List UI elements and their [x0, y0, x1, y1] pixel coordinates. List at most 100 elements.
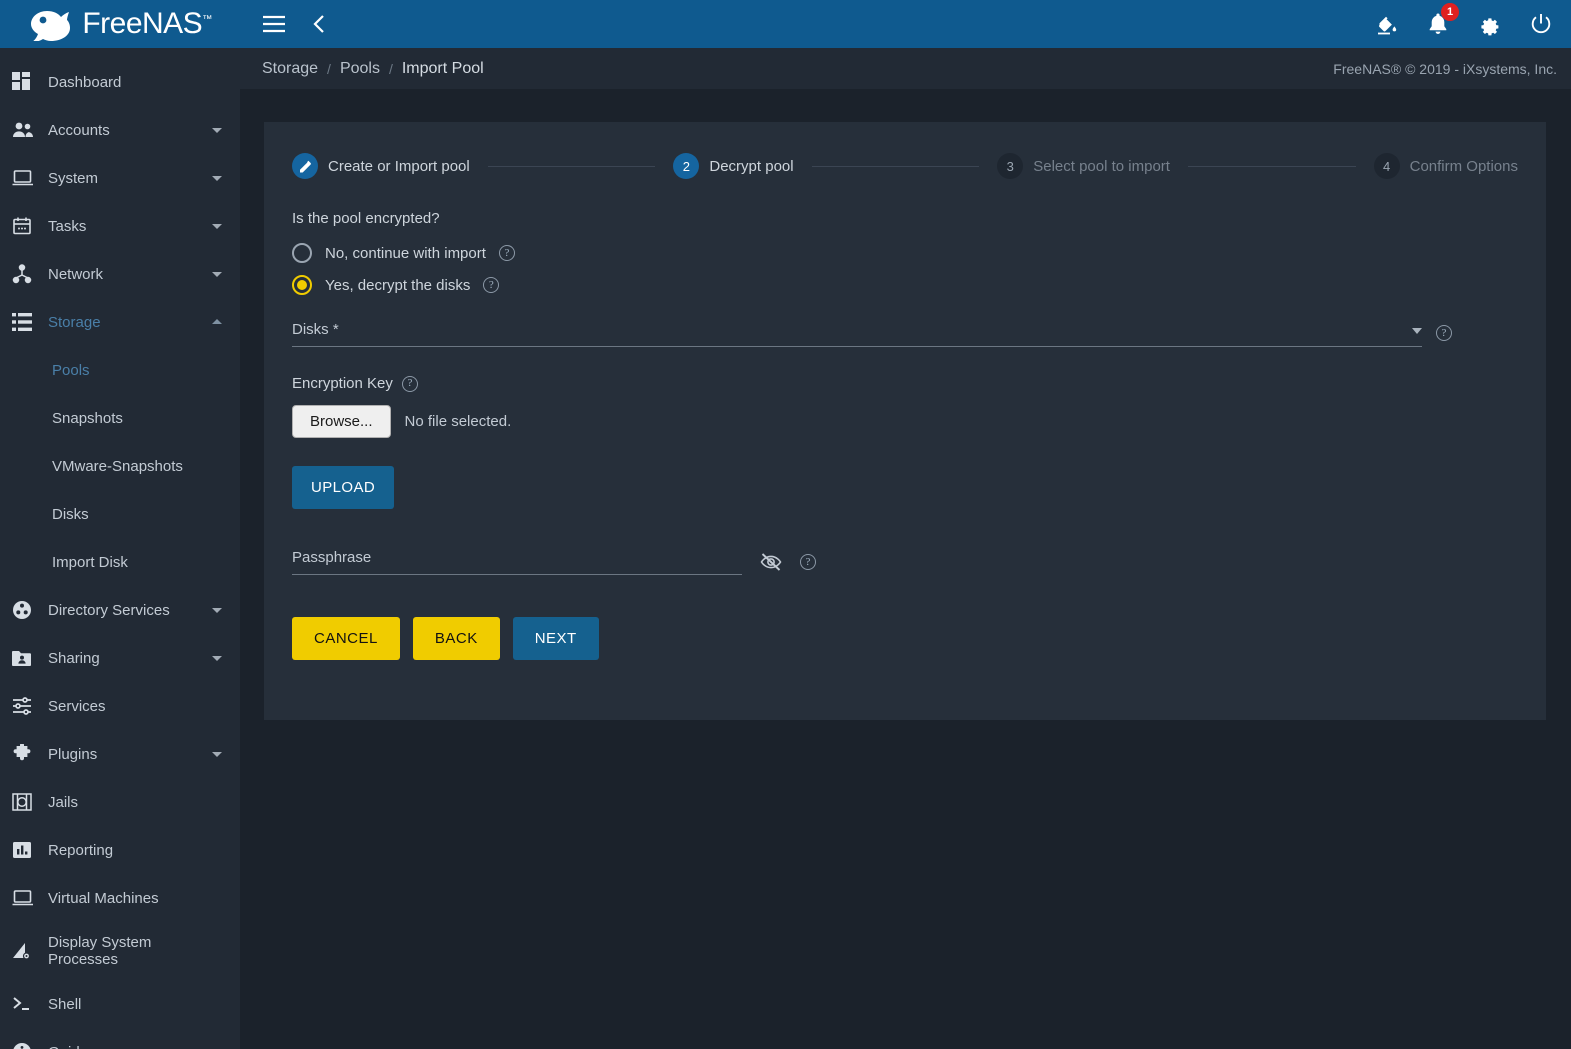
sidebar-item-sharing[interactable]: Sharing [0, 634, 240, 682]
chevron-down-icon[interactable] [1412, 328, 1422, 334]
sidebar-item-virtual-machines[interactable]: Virtual Machines [0, 874, 240, 922]
radio-label: Yes, decrypt the disks [325, 276, 471, 294]
breadcrumb-item-pools[interactable]: Pools [340, 60, 380, 78]
step-connector [487, 165, 656, 167]
sidebar-item-label: Directory Services [48, 601, 170, 619]
sidebar-item-services[interactable]: Services [0, 682, 240, 730]
sidebar-item-guide[interactable]: Guide [0, 1028, 240, 1049]
chevron-down-icon[interactable] [210, 603, 224, 617]
shell-prompt-icon [12, 995, 48, 1013]
chevron-down-icon[interactable] [210, 219, 224, 233]
chevron-left-icon[interactable] [312, 14, 326, 34]
sidebar-item-label: Sharing [48, 649, 100, 667]
help-icon[interactable]: ? [483, 277, 500, 293]
chevron-down-icon[interactable] [210, 171, 224, 185]
accounts-icon [12, 120, 48, 140]
back-button[interactable]: BACK [412, 617, 500, 660]
chevron-down-icon[interactable] [210, 123, 224, 137]
sidebar-item-accounts[interactable]: Accounts [0, 106, 240, 154]
sidebar-item-label: Guide [48, 1044, 224, 1049]
sidebar-subitem-label: Pools [52, 361, 90, 379]
copyright-text: FreeNAS® © 2019 - iXsystems, Inc. [1333, 60, 1557, 77]
browse-button[interactable]: Browse... [292, 405, 391, 438]
radio-option-yes[interactable]: Yes, decrypt the disks ? [292, 275, 1518, 295]
power-icon[interactable] [1529, 12, 1553, 36]
freenas-fish-logo-icon [28, 7, 74, 41]
wizard-step-3[interactable]: 3 Select pool to import [997, 153, 1170, 179]
tasks-calendar-icon [12, 216, 48, 236]
dashboard-icon [12, 72, 48, 92]
display-system-processes-icon [12, 941, 48, 961]
import-pool-wizard-card: Create or Import pool 2 Decrypt pool 3 S… [264, 122, 1546, 720]
sidebar-item-dashboard[interactable]: Dashboard [0, 58, 240, 106]
help-icon[interactable]: ? [498, 245, 515, 261]
sidebar-item-network[interactable]: Network [0, 250, 240, 298]
sidebar-item-storage[interactable]: Storage [0, 298, 240, 346]
paint-bucket-icon[interactable] [1375, 12, 1399, 36]
hamburger-menu-icon[interactable] [262, 15, 286, 33]
brand-logo-area[interactable]: FreeNAS™ [0, 0, 240, 48]
jails-icon [12, 792, 48, 812]
sidebar-item-label: System [48, 169, 99, 187]
reporting-chart-icon [12, 840, 48, 860]
wizard-step-1[interactable]: Create or Import pool [292, 153, 470, 179]
sidebar-item-disks[interactable]: Disks [0, 490, 240, 538]
sidebar-item-jails[interactable]: Jails [0, 778, 240, 826]
sidebar-item-pools[interactable]: Pools [0, 346, 240, 394]
wizard-stepper: Create or Import pool 2 Decrypt pool 3 S… [288, 122, 1522, 210]
disks-field: Disks * ? [292, 321, 1518, 347]
main-area: 1 Storage / Pools / Import Pool FreeNAS®… [240, 0, 1571, 1049]
help-icon[interactable]: ? [1436, 325, 1452, 341]
decrypt-pool-form: Is the pool encrypted? No, continue with… [288, 210, 1522, 700]
chevron-down-icon[interactable] [210, 651, 224, 665]
wizard-step-2[interactable]: 2 Decrypt pool [673, 153, 794, 179]
sidebar-item-display-system-processes[interactable]: Display System Processes [0, 922, 240, 980]
wizard-step-label: Create or Import pool [328, 157, 470, 175]
file-status-text: No file selected. [404, 413, 512, 430]
sidebar-item-label: Virtual Machines [48, 889, 159, 907]
notification-badge: 1 [1441, 3, 1459, 21]
content-area: Create or Import pool 2 Decrypt pool 3 S… [240, 90, 1571, 1049]
radio-yes-decrypt-disks[interactable] [292, 275, 312, 295]
gear-icon[interactable] [1477, 12, 1501, 36]
sidebar-item-label: Tasks [48, 217, 87, 235]
sidebar-item-directory-services[interactable]: Directory Services [0, 586, 240, 634]
sidebar-item-import-disk[interactable]: Import Disk [0, 538, 240, 586]
passphrase-field: ? [292, 549, 1518, 575]
file-picker-row: Browse... No file selected. [292, 405, 1518, 438]
cancel-button[interactable]: CANCEL [292, 617, 400, 660]
sidebar-item-vmware-snapshots[interactable]: VMware-Snapshots [0, 442, 240, 490]
app-root: FreeNAS™ Dashboard Accounts System Tasks… [0, 0, 1571, 1049]
chevron-down-icon[interactable] [210, 747, 224, 761]
info-icon [12, 1042, 48, 1049]
step-number: 4 [1373, 153, 1400, 179]
help-icon[interactable]: ? [401, 375, 418, 392]
sidebar-item-reporting[interactable]: Reporting [0, 826, 240, 874]
breadcrumb-item-storage[interactable]: Storage [262, 60, 318, 78]
next-button[interactable]: NEXT [512, 617, 599, 660]
sidebar-item-label: Services [48, 697, 106, 715]
sidebar-item-snapshots[interactable]: Snapshots [0, 394, 240, 442]
eye-off-icon[interactable] [760, 553, 782, 571]
radio-no-continue-import[interactable] [292, 243, 312, 263]
breadcrumb-item-import-pool[interactable]: Import Pool [402, 60, 484, 78]
sidebar-item-tasks[interactable]: Tasks [0, 202, 240, 250]
step-connector [1187, 165, 1356, 167]
sidebar-item-shell[interactable]: Shell [0, 980, 240, 1028]
radio-label: No, continue with import [325, 244, 486, 262]
notifications-button[interactable]: 1 [1427, 3, 1459, 36]
sidebar-item-label: Shell [48, 995, 82, 1013]
disks-select[interactable]: Disks * [292, 321, 1422, 347]
passphrase-input[interactable] [292, 549, 742, 566]
virtual-machines-icon [12, 889, 48, 907]
wizard-step-4[interactable]: 4 Confirm Options [1373, 153, 1518, 179]
upload-button[interactable]: UPLOAD [292, 466, 395, 509]
sidebar-item-plugins[interactable]: Plugins [0, 730, 240, 778]
top-bar-left [262, 14, 326, 34]
sidebar-item-system[interactable]: System [0, 154, 240, 202]
chevron-down-icon[interactable] [210, 267, 224, 281]
help-icon[interactable]: ? [800, 554, 816, 570]
radio-option-no[interactable]: No, continue with import ? [292, 243, 1518, 263]
chevron-up-icon[interactable] [210, 315, 224, 329]
sidebar-item-label: Dashboard [48, 73, 122, 91]
